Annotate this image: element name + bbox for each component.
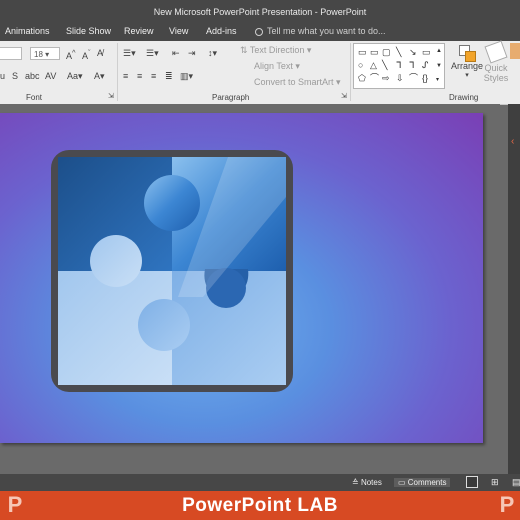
gallery-up-icon[interactable]: ▲ <box>436 47 442 56</box>
decrease-indent-icon[interactable]: ⇤ <box>172 48 180 59</box>
lightbulb-icon <box>255 27 263 36</box>
notes-label: Notes <box>360 478 382 487</box>
tab-view[interactable]: View <box>169 26 188 36</box>
font-color-icon[interactable]: A▾ <box>94 71 105 82</box>
align-right-icon[interactable]: ≡ <box>151 71 156 81</box>
line2-shape-icon[interactable]: ╲ <box>382 61 387 70</box>
rect-small-shape-icon[interactable]: ▭ <box>422 48 431 57</box>
font-size-combo[interactable]: 18 ▾ <box>30 47 60 60</box>
text-direction-button[interactable]: ⇅ Text Direction ▾ <box>240 45 311 56</box>
columns-icon[interactable]: ▥▾ <box>180 71 193 82</box>
brace-shape-icon[interactable]: {} <box>422 74 428 83</box>
bullets-icon[interactable]: ☰▾ <box>123 48 136 59</box>
gallery-more-icon[interactable]: ▾ <box>436 76 439 85</box>
gallery-down-icon[interactable]: ▼ <box>436 62 442 71</box>
convert-smartart-button[interactable]: Convert to SmartArt ▾ <box>254 77 341 88</box>
increase-indent-icon[interactable]: ⇥ <box>188 48 196 59</box>
font-name-combo[interactable] <box>0 47 22 60</box>
shadow-text-icon[interactable]: abc <box>25 71 40 81</box>
elbow-shape-icon[interactable]: ᒣ <box>396 61 402 70</box>
arrange-icon <box>457 43 477 62</box>
clear-format-icon[interactable]: A̸ <box>97 48 103 58</box>
group-separator <box>350 43 351 101</box>
rect-shape-icon[interactable]: ▭ <box>370 48 379 57</box>
slide-canvas[interactable] <box>0 113 483 443</box>
normal-view-icon[interactable] <box>466 476 478 488</box>
ribbon-tabs: Animations Slide Show Review View Add-in… <box>0 22 520 41</box>
arrow-down-shape-icon[interactable]: ⇩ <box>396 74 404 83</box>
rounded-rect-shape-icon[interactable]: ▢ <box>382 48 391 57</box>
underline-icon[interactable]: u <box>0 71 5 81</box>
quick-styles-label-2: Styles <box>483 73 509 83</box>
align-text-button[interactable]: Align Text ▾ <box>254 61 300 72</box>
shape-fill-icon[interactable] <box>510 43 520 59</box>
text-direction-label: Text Direction <box>249 45 305 55</box>
text-direction-icon: ⇅ <box>240 45 250 55</box>
justify-icon[interactable]: ≣ <box>165 71 173 82</box>
font-size-value: 18 <box>34 50 43 59</box>
knob-bottom-right <box>138 299 190 351</box>
triangle-shape-icon[interactable]: △ <box>370 61 377 70</box>
align-left-icon[interactable]: ≡ <box>123 71 128 81</box>
ribbon: 18 ▾ A^ Aˇ A̸ u S abc AV Aa▾ A▾ Font ⇲ ☰… <box>0 40 520 105</box>
arrange-button[interactable]: Arrange ▾ <box>451 43 483 79</box>
tab-review[interactable]: Review <box>124 26 154 36</box>
strikethrough-icon[interactable]: S <box>12 71 18 81</box>
paragraph-dialog-launcher-icon[interactable]: ⇲ <box>341 92 347 100</box>
format-pane: ‹ <box>508 104 520 474</box>
tell-me-placeholder: Tell me what you want to do... <box>267 26 386 36</box>
notes-button[interactable]: ≙ Notes <box>352 478 382 487</box>
slide-sorter-icon[interactable]: ⊞ <box>491 477 499 488</box>
tab-add-ins[interactable]: Add-ins <box>206 26 237 36</box>
font-group-label: Font <box>26 93 43 102</box>
status-bar: ≙ Notes ▭ Comments ⊞ ▤ <box>0 474 520 491</box>
group-separator <box>117 43 118 101</box>
change-case-icon[interactable]: Aa▾ <box>67 71 83 82</box>
powerpoint-logo-icon: P <box>7 492 23 517</box>
puzzle-image[interactable] <box>49 148 295 394</box>
line-shape-icon[interactable]: ╲ <box>396 48 401 57</box>
freeform-shape-icon[interactable]: ⌒ <box>370 74 379 83</box>
pentagon-shape-icon[interactable]: ⬠ <box>358 74 366 83</box>
decrease-font-icon[interactable]: Aˇ <box>82 48 91 61</box>
arrange-label: Arrange <box>451 61 484 71</box>
font-dialog-launcher-icon[interactable]: ⇲ <box>108 92 114 100</box>
paragraph-group-label: Paragraph <box>212 93 250 102</box>
knob-top-left <box>144 175 200 231</box>
powerpoint-lab-banner: PowerPoint LAB <box>0 491 520 520</box>
drawing-group-label: Drawing <box>449 93 479 102</box>
align-text-label: Align Text <box>254 61 293 71</box>
quick-styles-label-1: Quick <box>484 63 508 73</box>
arc-shape-icon[interactable]: ⌒ <box>409 74 418 83</box>
numbering-icon[interactable]: ☰▾ <box>146 48 159 59</box>
window-title: New Microsoft PowerPoint Presentation - … <box>0 0 520 22</box>
pane-arrow-icon[interactable]: ‹ <box>511 136 514 147</box>
shapes-gallery[interactable]: ▭ ▭ ▢ ╲ ↘ ▭ ○ △ ╲ ᒣ ᒣ ᔑ ⬠ ⌒ ⇨ ⇩ ⌒ {} ▲ ▼… <box>353 43 445 89</box>
line-spacing-icon[interactable]: ↕▾ <box>208 48 217 59</box>
arrow-shape-icon[interactable]: ↘ <box>409 48 417 57</box>
reading-view-icon[interactable]: ▤ <box>512 477 520 488</box>
align-center-icon[interactable]: ≡ <box>137 71 142 81</box>
tab-slide-show[interactable]: Slide Show <box>66 26 111 36</box>
increase-font-icon[interactable]: A^ <box>66 48 76 61</box>
elbow2-shape-icon[interactable]: ᒣ <box>409 61 415 70</box>
tell-me-box[interactable]: Tell me what you want to do... <box>255 26 386 36</box>
char-spacing-icon[interactable]: AV <box>45 71 56 81</box>
banner-text: PowerPoint LAB <box>182 495 338 516</box>
quick-styles-button[interactable]: Quick Styles <box>483 40 509 83</box>
curve-shape-icon[interactable]: ᔑ <box>422 61 428 70</box>
knob-bottom-left <box>90 235 142 287</box>
oval-shape-icon[interactable]: ○ <box>358 61 363 70</box>
comments-label: Comments <box>407 478 447 487</box>
quick-styles-icon <box>484 40 508 64</box>
tab-animations[interactable]: Animations <box>5 26 50 36</box>
comments-button[interactable]: ▭ Comments <box>394 478 451 487</box>
powerpoint-logo-icon: P <box>499 492 515 517</box>
convert-smartart-label: Convert to SmartArt <box>254 77 334 87</box>
arrow-right-shape-icon[interactable]: ⇨ <box>382 74 390 83</box>
rectangle-shape-icon[interactable]: ▭ <box>358 48 367 57</box>
